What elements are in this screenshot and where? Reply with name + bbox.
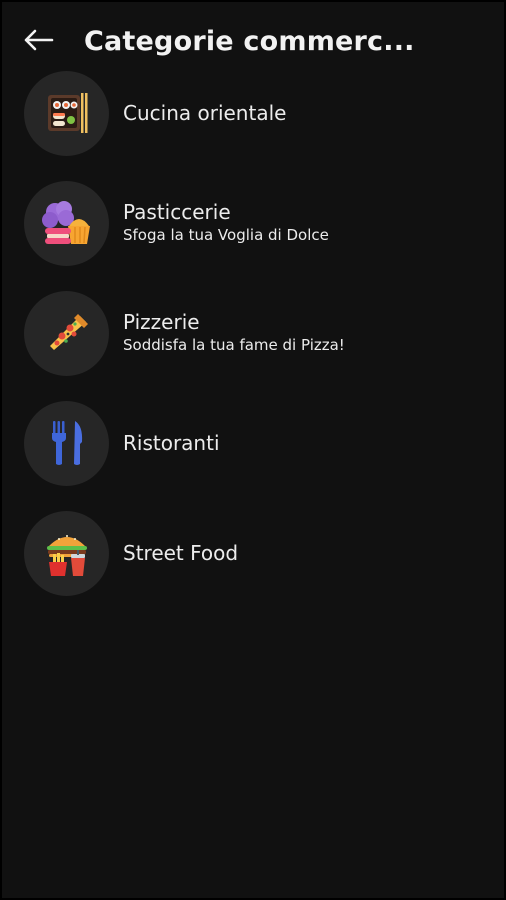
category-item-cucina-orientale[interactable]: Cucina orientale	[2, 58, 504, 168]
category-texts: Street Food	[123, 540, 238, 566]
category-item-ristoranti[interactable]: Ristoranti	[2, 388, 504, 498]
category-list: Cucina orientale Pasticcerie Sfoga la tu…	[2, 70, 504, 634]
burger-fries-icon	[46, 535, 87, 576]
category-avatar	[24, 510, 109, 596]
category-label: Pasticcerie	[123, 200, 231, 224]
category-avatar	[24, 290, 109, 376]
category-label: Street Food	[123, 541, 239, 565]
back-button[interactable]	[16, 20, 60, 60]
category-avatar	[24, 70, 109, 156]
category-item-pasticcerie[interactable]: Pasticcerie Sfoga la tua Voglia di Dolce	[2, 168, 504, 278]
page-title: Categorie commerc...	[84, 26, 415, 57]
category-label: Ristoranti	[123, 431, 220, 455]
category-subtitle: Soddisfa la tua fame di Pizza!	[123, 336, 345, 354]
category-texts: Pizzerie Soddisfa la tua fame di Pizza!	[123, 309, 345, 355]
category-label: Pizzerie	[123, 310, 200, 334]
pizza-slice-icon	[49, 314, 88, 350]
category-item-street-food[interactable]: Street Food	[2, 498, 504, 608]
sushi-icon	[47, 93, 87, 133]
fork-knife-icon	[51, 421, 82, 465]
category-texts: Cucina orientale	[123, 100, 286, 126]
arrow-left-icon	[24, 29, 54, 51]
category-avatar	[24, 180, 109, 266]
category-item-pizzerie[interactable]: Pizzerie Soddisfa la tua fame di Pizza!	[2, 278, 504, 388]
category-subtitle: Sfoga la tua Voglia di Dolce	[123, 226, 329, 244]
category-label: Cucina orientale	[123, 101, 287, 125]
cupcake-icon	[41, 201, 90, 244]
category-texts: Ristoranti	[123, 430, 220, 456]
category-avatar	[24, 400, 109, 486]
app-screen: Categorie commerc... Cucina orientale Pa…	[2, 2, 504, 898]
category-texts: Pasticcerie Sfoga la tua Voglia di Dolce	[123, 199, 329, 245]
